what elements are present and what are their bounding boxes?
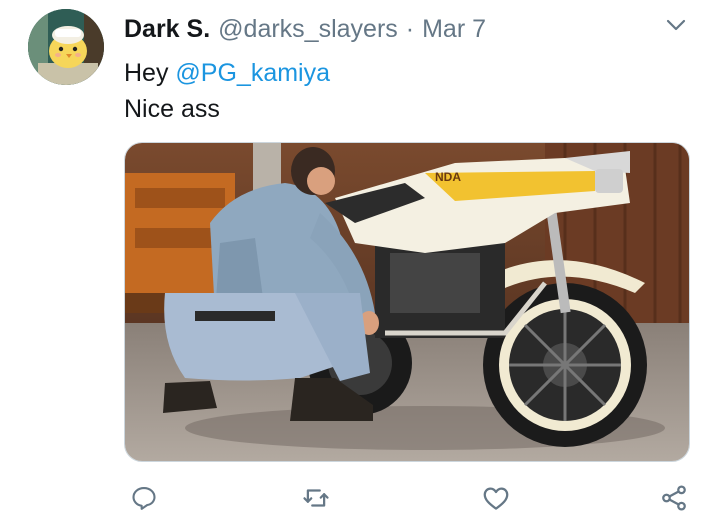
greeting-text: Hey — [124, 59, 169, 87]
tweet-text-line-1: Hey @PG_kamiya — [124, 55, 330, 91]
share-button[interactable] — [654, 478, 694, 518]
tweet-header: Dark S. @darks_slayers · Mar 7 — [124, 13, 486, 45]
retweet-button[interactable] — [296, 478, 336, 518]
chevron-down-icon[interactable] — [664, 13, 688, 37]
yellow-chick-avatar-icon — [28, 9, 104, 85]
motorcycle-photo: NDA — [125, 143, 689, 461]
tweet[interactable]: Dark S. @darks_slayers · Mar 7 Hey @PG_k… — [0, 0, 720, 526]
separator-dot: · — [405, 15, 415, 43]
bike-brand-text: NDA — [435, 170, 461, 184]
tweet-text: Hey @PG_kamiya Nice ass — [124, 55, 330, 127]
display-name[interactable]: Dark S. — [124, 13, 210, 45]
mention-link[interactable]: @PG_kamiya — [175, 59, 330, 87]
avatar[interactable] — [28, 9, 104, 85]
user-handle[interactable]: @darks_slayers — [218, 13, 398, 45]
tweet-media-photo[interactable]: NDA — [124, 142, 690, 462]
reply-icon — [132, 487, 156, 510]
tweet-date[interactable]: Mar 7 — [422, 13, 486, 45]
heart-icon — [483, 487, 509, 510]
tweet-actions — [124, 478, 694, 518]
reply-button[interactable] — [124, 478, 164, 518]
like-button[interactable] — [476, 478, 516, 518]
tweet-text-line-2: Nice ass — [124, 95, 220, 123]
retweet-icon — [303, 489, 329, 507]
share-icon — [662, 485, 686, 511]
